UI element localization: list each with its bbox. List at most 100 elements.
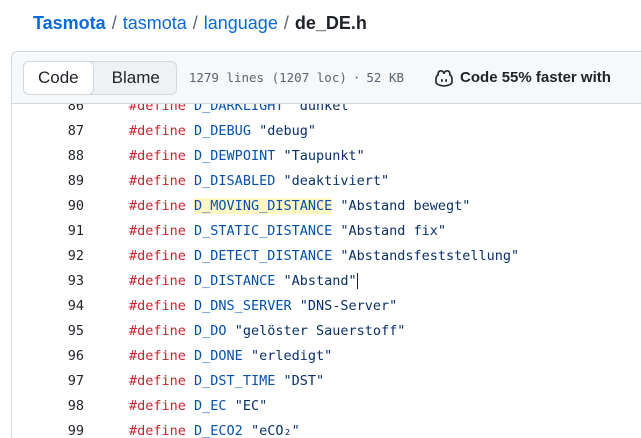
code-line[interactable]: 88 #define D_DEWPOINT "Taupunkt" bbox=[12, 143, 641, 168]
line-number[interactable]: 86 bbox=[12, 104, 84, 114]
breadcrumb-current-file: de_DE.h bbox=[294, 12, 367, 33]
string-value: "dunkel" bbox=[291, 103, 357, 114]
macro-name: D_DST_TIME bbox=[194, 372, 276, 389]
define-keyword: #define bbox=[129, 322, 186, 339]
line-code: #define D_DEWPOINT "Taupunkt" bbox=[129, 148, 365, 164]
stats-separator: · bbox=[352, 70, 361, 85]
code-line[interactable]: 96 #define D_DONE "erledigt" bbox=[12, 343, 641, 368]
code-line[interactable]: 95 #define D_DO "gelöster Sauerstoff" bbox=[12, 318, 641, 343]
copilot-promo-text: Code 55% faster with bbox=[460, 69, 611, 86]
string-value: "debug" bbox=[259, 122, 316, 139]
code-view[interactable]: 86 #define D_DARKLIGHT "dunkel" 87 #define … bbox=[11, 103, 641, 438]
code-line[interactable]: 91 #define D_STATIC_DISTANCE "Abstand fix… bbox=[12, 218, 641, 243]
line-number[interactable]: 91 bbox=[12, 223, 84, 239]
macro-name: D_DARKLIGHT bbox=[194, 103, 284, 114]
code-line[interactable]: 92 #define D_DETECT_DISTANCE "Abstandsfes… bbox=[12, 243, 641, 268]
macro-name: D_DO bbox=[194, 322, 227, 339]
define-keyword: #define bbox=[129, 272, 186, 289]
line-code: #define D_DARKLIGHT "dunkel" bbox=[129, 103, 357, 114]
line-number[interactable]: 97 bbox=[12, 373, 84, 389]
code-line[interactable]: 86 #define D_DARKLIGHT "dunkel" bbox=[12, 103, 641, 118]
define-keyword: #define bbox=[129, 247, 186, 264]
code-line[interactable]: 99 #define D_ECO2 "eCO₂" bbox=[12, 418, 641, 438]
breadcrumb-owner-link[interactable]: Tasmota bbox=[33, 13, 106, 34]
define-keyword: #define bbox=[129, 422, 186, 438]
code-line[interactable]: 89 #define D_DISABLED "deaktiviert" bbox=[12, 168, 641, 193]
macro-name: D_EC bbox=[194, 397, 227, 414]
define-keyword: #define bbox=[129, 147, 186, 164]
define-keyword: #define bbox=[129, 397, 186, 414]
string-value: "Taupunkt" bbox=[283, 147, 365, 164]
string-value: "DST" bbox=[283, 372, 325, 389]
line-code: #define D_DONE "erledigt" bbox=[129, 348, 332, 364]
line-number[interactable]: 94 bbox=[12, 298, 84, 314]
file-header: Code Blame 1279 lines (1207 loc) · 52 KB C… bbox=[11, 51, 641, 103]
macro-name: D_MOVING_DISTANCE bbox=[194, 197, 333, 214]
define-keyword: #define bbox=[129, 222, 186, 239]
code-line[interactable]: 90 #define D_MOVING_DISTANCE "Abstand bew… bbox=[12, 193, 641, 218]
line-code: #define D_DETECT_DISTANCE "Abstandsfests… bbox=[129, 248, 519, 264]
string-value: "deaktiviert" bbox=[283, 172, 390, 189]
code-line[interactable]: 93 #define D_DISTANCE "Abstand" bbox=[12, 268, 641, 293]
string-value: "gelöster Sauerstoff" bbox=[234, 322, 406, 339]
breadcrumb-separator: / bbox=[111, 12, 117, 33]
breadcrumb-folder-link[interactable]: language bbox=[204, 13, 278, 34]
line-code: #define D_ECO2 "eCO₂" bbox=[129, 423, 300, 438]
copilot-promo-link[interactable]: Code 55% faster with bbox=[434, 69, 611, 87]
breadcrumb-separator: / bbox=[283, 12, 289, 33]
macro-name: D_STATIC_DISTANCE bbox=[194, 222, 333, 239]
code-line[interactable]: 94 #define D_DNS_SERVER "DNS-Server" bbox=[12, 293, 641, 318]
line-code: #define D_DEBUG "debug" bbox=[129, 123, 316, 139]
macro-name: D_DISABLED bbox=[194, 172, 276, 189]
define-keyword: #define bbox=[129, 122, 186, 139]
breadcrumb-separator: / bbox=[192, 12, 198, 33]
line-number[interactable]: 88 bbox=[12, 148, 84, 164]
line-number[interactable]: 96 bbox=[12, 348, 84, 364]
line-code: #define D_DISTANCE "Abstand" bbox=[129, 272, 358, 289]
code-line[interactable]: 98 #define D_EC "EC" bbox=[12, 393, 641, 418]
macro-name: D_DETECT_DISTANCE bbox=[194, 247, 333, 264]
string-value: "EC" bbox=[234, 397, 268, 414]
macro-name: D_DNS_SERVER bbox=[194, 297, 292, 314]
define-keyword: #define bbox=[129, 372, 186, 389]
file-size: 52 KB bbox=[366, 70, 405, 85]
line-number[interactable]: 89 bbox=[12, 173, 84, 189]
line-code: #define D_MOVING_DISTANCE "Abstand beweg… bbox=[129, 197, 471, 214]
code-lines: 86 #define D_DARKLIGHT "dunkel" 87 #define … bbox=[12, 103, 641, 438]
macro-name: D_ECO2 bbox=[194, 422, 243, 438]
line-code: #define D_EC "EC" bbox=[129, 398, 267, 414]
line-code: #define D_DISABLED "deaktiviert" bbox=[129, 173, 389, 189]
string-value: "Abstand bewegt" bbox=[340, 197, 471, 214]
macro-name: D_DEBUG bbox=[194, 122, 251, 139]
macro-name: D_DISTANCE bbox=[194, 272, 276, 289]
line-number[interactable]: 90 bbox=[12, 198, 84, 214]
line-code: #define D_DO "gelöster Sauerstoff" bbox=[129, 323, 405, 339]
string-value: "Abstand fix" bbox=[340, 222, 447, 239]
string-value: "erledigt" bbox=[250, 347, 333, 364]
define-keyword: #define bbox=[129, 297, 186, 314]
copilot-icon bbox=[435, 69, 453, 87]
code-tab-button[interactable]: Code bbox=[23, 60, 94, 95]
line-code: #define D_DST_TIME "DST" bbox=[129, 373, 324, 389]
line-number[interactable]: 99 bbox=[12, 423, 84, 438]
line-number[interactable]: 98 bbox=[12, 398, 84, 414]
define-keyword: #define bbox=[129, 172, 186, 189]
define-keyword: #define bbox=[129, 197, 186, 214]
macro-name: D_DEWPOINT bbox=[194, 147, 276, 164]
line-number[interactable]: 92 bbox=[12, 248, 84, 264]
file-stats: 1279 lines (1207 loc) · 52 KB bbox=[189, 70, 404, 85]
line-code: #define D_STATIC_DISTANCE "Abstand fix" bbox=[129, 223, 446, 239]
code-line[interactable]: 87 #define D_DEBUG "debug" bbox=[12, 118, 641, 143]
view-mode-toggle: Code Blame bbox=[23, 60, 177, 95]
blame-tab-button[interactable]: Blame bbox=[94, 62, 176, 94]
macro-name: D_DONE bbox=[194, 347, 243, 364]
string-value: "Abstand" bbox=[283, 272, 358, 289]
string-value: "DNS-Server" bbox=[299, 297, 398, 314]
line-number[interactable]: 95 bbox=[12, 323, 84, 339]
line-code: #define D_DNS_SERVER "DNS-Server" bbox=[129, 298, 397, 314]
breadcrumb-repo-link[interactable]: tasmota bbox=[123, 13, 187, 34]
line-number[interactable]: 87 bbox=[12, 123, 84, 139]
string-value: "eCO₂" bbox=[250, 422, 300, 438]
code-line[interactable]: 97 #define D_DST_TIME "DST" bbox=[12, 368, 641, 393]
line-number[interactable]: 93 bbox=[12, 273, 84, 289]
